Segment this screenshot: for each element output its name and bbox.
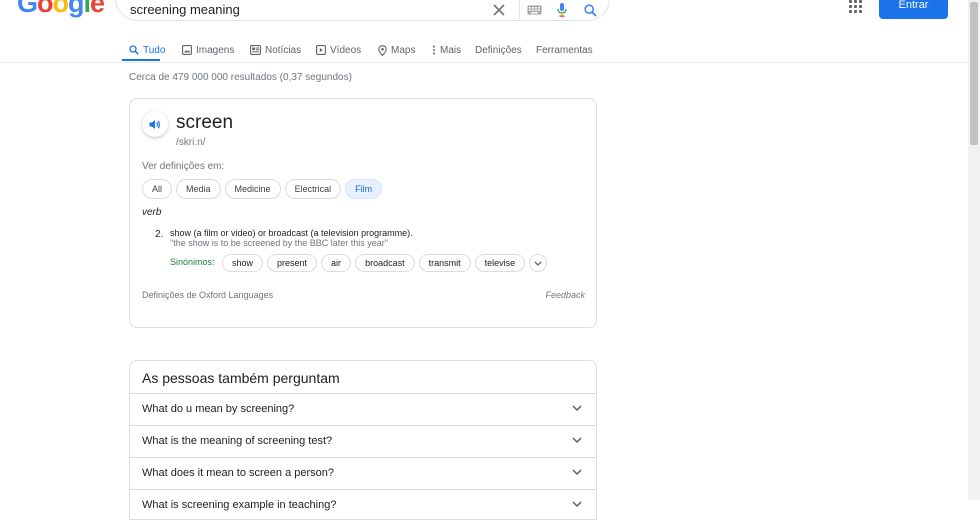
question-text: What is the meaning of screening test? (142, 435, 333, 447)
headword: screen (176, 112, 234, 133)
pronunciation-button[interactable] (142, 111, 168, 137)
question-row[interactable]: What is the meaning of screening test? (130, 425, 596, 457)
tab-news[interactable]: Notícias (250, 40, 301, 60)
feedback-link[interactable]: Feedback (545, 290, 585, 300)
page-scrollbar[interactable] (968, 0, 980, 500)
search-icon[interactable] (582, 3, 598, 17)
tab-all[interactable]: Tudo (129, 40, 165, 60)
active-tab-indicator (122, 59, 160, 61)
definition-text: show (a film or video) or broadcast (a t… (170, 228, 413, 238)
synonym-chip[interactable]: broadcast (355, 254, 415, 272)
video-icon (316, 45, 326, 55)
dictionary-source[interactable]: Definições de Oxford Languages (142, 290, 273, 300)
map-pin-icon (378, 44, 387, 56)
dictionary-card: screen /skriːn/ Ver definições em: All M… (129, 98, 597, 328)
chevron-down-icon (534, 260, 542, 266)
microphone-icon[interactable] (554, 3, 570, 17)
synonym-chip[interactable]: show (222, 254, 264, 272)
search-icon (129, 45, 139, 55)
apps-grid-icon[interactable] (849, 0, 863, 14)
signin-button[interactable]: Entrar (879, 0, 948, 19)
synonym-chip[interactable]: air (321, 254, 352, 272)
search-box (115, 0, 610, 21)
chevron-down-icon (572, 405, 582, 411)
chevron-down-icon (572, 469, 582, 475)
chip-all[interactable]: All (142, 179, 173, 199)
question-text: What is screening example in teaching? (142, 499, 337, 511)
news-icon (250, 45, 261, 55)
chevron-down-icon (572, 437, 582, 443)
chip-medicine[interactable]: Medicine (224, 179, 281, 199)
domain-chips: All Media Medicine Electrical Film (142, 179, 383, 199)
people-also-ask: As pessoas também perguntam What do u me… (129, 360, 597, 520)
question-row[interactable]: What does it mean to screen a person? (130, 457, 596, 489)
google-logo[interactable]: Google (17, 0, 105, 17)
part-of-speech: verb (142, 207, 162, 218)
example-text: "the show is to be screened by the BBC l… (170, 238, 388, 248)
question-text: What do u mean by screening? (142, 403, 295, 415)
image-icon (182, 45, 192, 55)
search-input[interactable] (130, 2, 470, 18)
chevron-down-icon (572, 501, 582, 507)
more-vert-icon (433, 45, 435, 55)
scrollbar-thumb[interactable] (970, 2, 978, 145)
synonym-chip[interactable]: transmit (418, 254, 471, 272)
speaker-icon (149, 119, 160, 129)
synonyms-label: Sinónimos: (170, 257, 215, 267)
header: Google Entrar (0, 0, 968, 30)
chip-electrical[interactable]: Electrical (284, 179, 342, 199)
people-also-ask-title: As pessoas também perguntam (142, 370, 340, 386)
synonym-chip[interactable]: televise (474, 254, 526, 272)
question-row[interactable]: What is screening example in teaching? (130, 489, 596, 519)
tab-images[interactable]: Imagens (182, 40, 234, 60)
tab-maps[interactable]: Maps (378, 40, 415, 60)
sense-number: 2. (155, 229, 164, 240)
tab-videos[interactable]: Vídeos (316, 40, 361, 60)
result-stats: Cerca de 479 000 000 resultados (0,37 se… (129, 72, 352, 83)
keyboard-icon[interactable] (526, 3, 542, 17)
tab-settings[interactable]: Definições (475, 40, 522, 60)
tab-tools[interactable]: Ferramentas (536, 40, 593, 60)
definitions-in-label: Ver definições em: (142, 161, 225, 172)
chip-media[interactable]: Media (176, 179, 221, 199)
question-row[interactable]: What do u mean by screening? (130, 393, 596, 425)
close-icon[interactable] (491, 3, 507, 17)
search-tabs: Tudo Imagens Notícias Vídeos Maps Mais D… (0, 33, 968, 63)
phonetic: /skriːn/ (176, 137, 206, 148)
synonyms-expand-button[interactable] (529, 254, 548, 272)
synonym-chip[interactable]: present (267, 254, 318, 272)
synonym-chips: show present air broadcast transmit tele… (222, 254, 548, 272)
question-text: What does it mean to screen a person? (142, 467, 334, 479)
chip-film[interactable]: Film (345, 179, 383, 199)
search-divider (519, 1, 520, 19)
tab-more[interactable]: Mais (432, 40, 461, 60)
